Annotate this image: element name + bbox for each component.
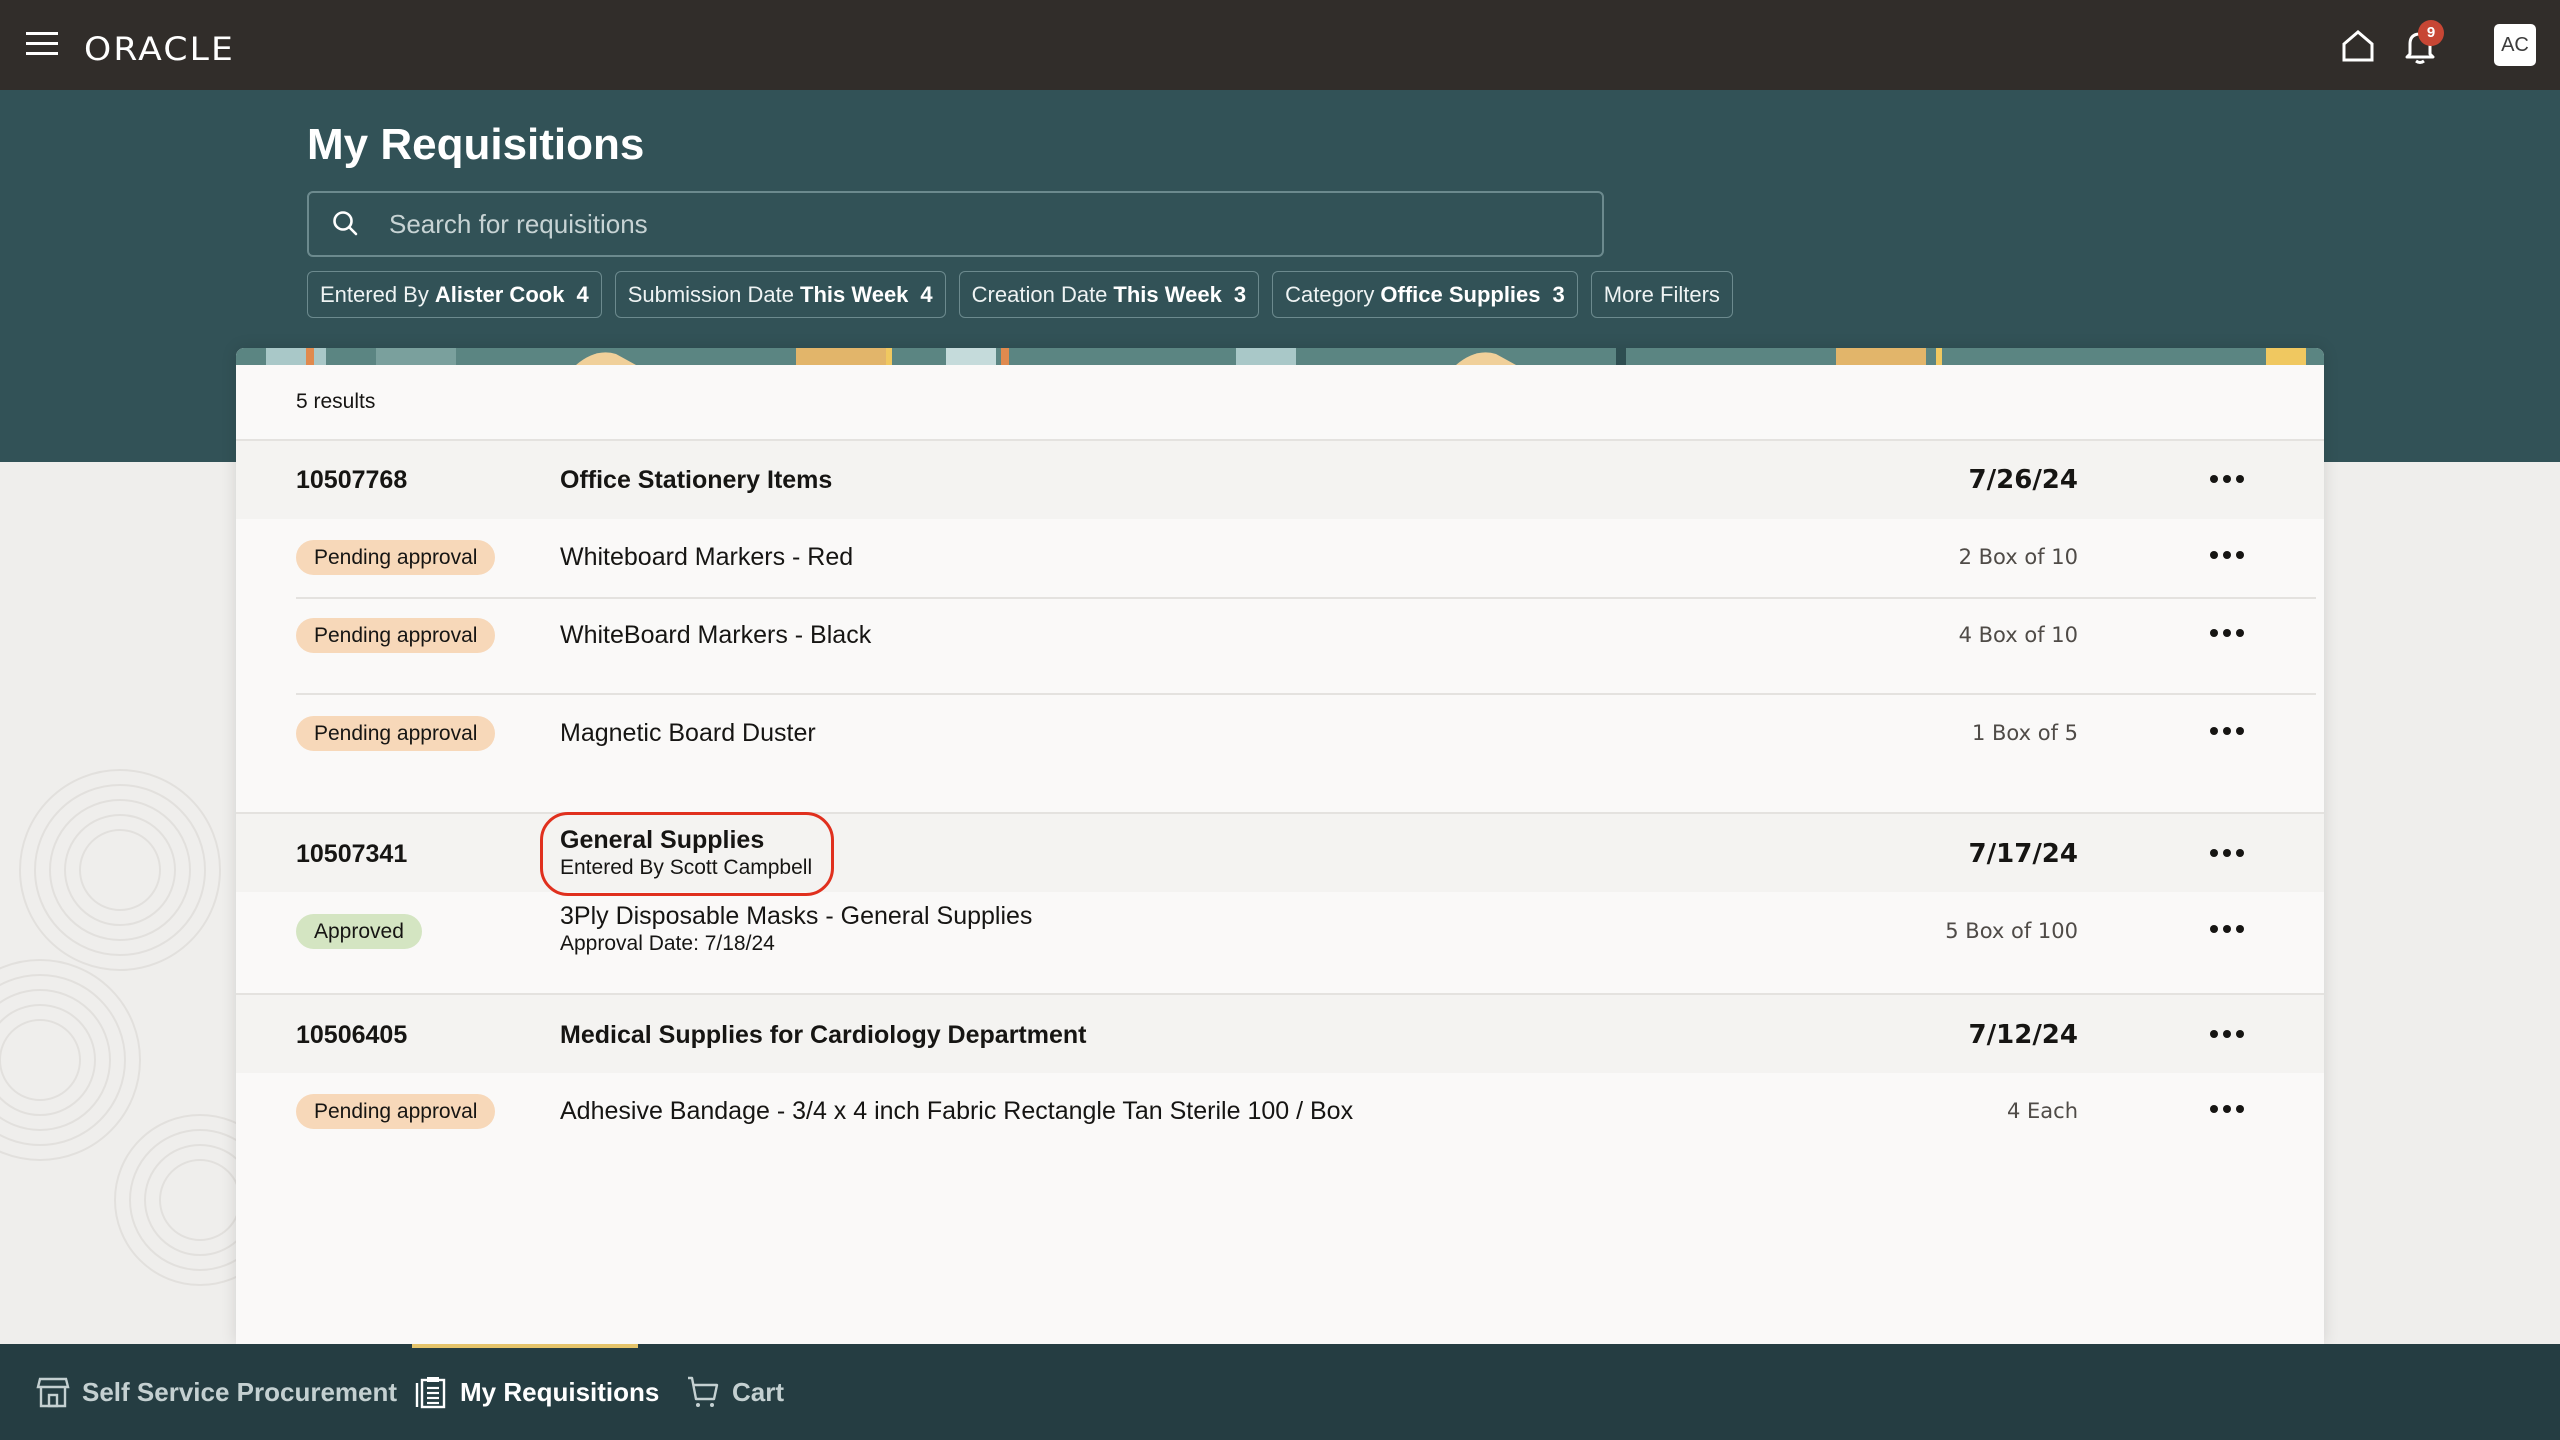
line-quantity: 4 Box of 10 xyxy=(1958,623,2078,647)
requisition-line[interactable]: Approved 3Ply Disposable Masks - General… xyxy=(236,892,2324,992)
line-quantity: 2 Box of 10 xyxy=(1958,545,2078,569)
decorative-banner xyxy=(236,348,2324,365)
filter-label: Entered By xyxy=(320,281,429,307)
filter-chips: Entered By Alister Cook 4 Submission Dat… xyxy=(307,271,1733,318)
background-pattern xyxy=(0,769,236,1286)
more-actions-icon[interactable] xyxy=(2210,470,2254,490)
nav-cart[interactable]: Cart xyxy=(686,1344,784,1440)
requisition-line[interactable]: Pending approval Whiteboard Markers - Re… xyxy=(236,519,2324,597)
more-actions-icon[interactable] xyxy=(2210,722,2254,742)
results-count: 5 results xyxy=(296,390,376,413)
cart-icon xyxy=(688,1376,719,1407)
filter-label: Creation Date xyxy=(971,281,1108,307)
requisition-title[interactable]: Office Stationery Items xyxy=(560,466,832,495)
line-item-name[interactable]: Whiteboard Markers - Red xyxy=(560,543,853,572)
filter-chip-entered-by[interactable]: Entered By Alister Cook 4 xyxy=(307,271,602,318)
page-title: My Requisitions xyxy=(307,120,645,169)
filter-chip-category[interactable]: Category Office Supplies 3 xyxy=(1272,271,1578,318)
requisition-date: 7/17/24 xyxy=(1968,839,2078,869)
filter-chip-submission-date[interactable]: Submission Date This Week 4 xyxy=(614,271,946,318)
line-item-name[interactable]: Adhesive Bandage - 3/4 x 4 inch Fabric R… xyxy=(560,1097,1353,1126)
requisition-entered-by: Entered By Scott Campbell xyxy=(560,856,813,879)
nav-label: My Requisitions xyxy=(460,1376,660,1407)
nav-label: Cart xyxy=(732,1376,785,1407)
line-item-name[interactable]: WhiteBoard Markers - Black xyxy=(560,621,871,650)
requisition-line[interactable]: Pending approval Magnetic Board Duster 1… xyxy=(236,695,2324,815)
status-badge: Pending approval xyxy=(296,618,496,653)
nav-my-requisitions[interactable]: My Requisitions xyxy=(414,1344,659,1440)
filter-chip-creation-date[interactable]: Creation Date This Week 3 xyxy=(958,271,1260,318)
requisition-header[interactable]: 10507768 Office Stationery Items 7/26/24 xyxy=(236,441,2324,519)
requisition-line[interactable]: Pending approval WhiteBoard Markers - Bl… xyxy=(236,599,2324,693)
more-actions-icon[interactable] xyxy=(2210,546,2254,566)
status-badge: Pending approval xyxy=(296,1094,496,1129)
status-badge: Approved xyxy=(296,914,422,949)
hamburger-menu-icon[interactable] xyxy=(26,32,58,56)
oracle-logo[interactable]: ORACLE xyxy=(84,30,235,68)
filter-value: Alister Cook xyxy=(434,281,565,307)
home-icon[interactable] xyxy=(2338,26,2378,66)
filter-count: 4 xyxy=(576,281,589,307)
search-input[interactable] xyxy=(389,208,1539,240)
more-actions-icon[interactable] xyxy=(2210,1100,2254,1120)
nav-label: Self Service Procurement xyxy=(82,1376,398,1407)
more-actions-icon[interactable] xyxy=(2210,1025,2254,1045)
more-actions-icon[interactable] xyxy=(2210,844,2254,864)
requisition-title[interactable]: General Supplies xyxy=(560,826,764,855)
line-quantity: 5 Box of 100 xyxy=(1945,919,2078,943)
status-badge: Pending approval xyxy=(296,716,496,751)
filter-count: 3 xyxy=(1552,281,1565,307)
more-actions-icon[interactable] xyxy=(2210,624,2254,644)
requisition-number[interactable]: 10507768 xyxy=(296,466,407,495)
requisition-date: 7/26/24 xyxy=(1968,465,2078,495)
requisition-date: 7/12/24 xyxy=(1968,1020,2078,1050)
requisition-header[interactable]: 10507341 General Supplies Entered By Sco… xyxy=(236,814,2324,892)
filter-value: Office Supplies xyxy=(1380,281,1541,307)
nav-self-service-procurement[interactable]: Self Service Procurement xyxy=(36,1344,397,1440)
line-quantity: 1 Box of 5 xyxy=(1971,721,2078,745)
results-card: 5 results 10507768 Office Stationery Ite… xyxy=(236,348,2324,1344)
user-avatar[interactable]: AC xyxy=(2494,24,2536,66)
filter-count: 4 xyxy=(920,281,933,307)
filter-value: This Week xyxy=(800,281,909,307)
requisition-number[interactable]: 10507341 xyxy=(296,840,407,869)
line-approval-date: Approval Date: 7/18/24 xyxy=(560,932,775,955)
clipboard-icon xyxy=(415,1377,446,1409)
filter-label: Category xyxy=(1285,281,1375,307)
requisition-line[interactable]: Pending approval Adhesive Bandage - 3/4 … xyxy=(236,1073,2324,1153)
store-icon xyxy=(36,1377,70,1408)
bottom-navigation: Self Service Procurement My Requisitions… xyxy=(0,1344,2560,1440)
line-item-name[interactable]: Magnetic Board Duster xyxy=(560,719,816,748)
filter-count: 3 xyxy=(1233,281,1247,307)
status-badge: Pending approval xyxy=(296,540,496,575)
top-app-bar: ORACLE 9 AC xyxy=(0,0,2560,90)
filter-label: Submission Date xyxy=(627,281,794,307)
more-filters-button[interactable]: More Filters xyxy=(1590,271,1733,318)
requisition-title[interactable]: Medical Supplies for Cardiology Departme… xyxy=(560,1021,1086,1050)
line-quantity: 4 Each xyxy=(2006,1099,2078,1123)
line-item-name[interactable]: 3Ply Disposable Masks - General Supplies xyxy=(560,902,1032,931)
search-bar[interactable] xyxy=(307,191,1604,257)
search-icon xyxy=(333,211,358,236)
more-actions-icon[interactable] xyxy=(2210,920,2254,940)
requisition-header[interactable]: 10506405 Medical Supplies for Cardiology… xyxy=(236,995,2324,1073)
requisition-number[interactable]: 10506405 xyxy=(296,1021,407,1050)
notification-count-badge: 9 xyxy=(2418,20,2444,46)
filter-value: This Week xyxy=(1113,281,1222,307)
